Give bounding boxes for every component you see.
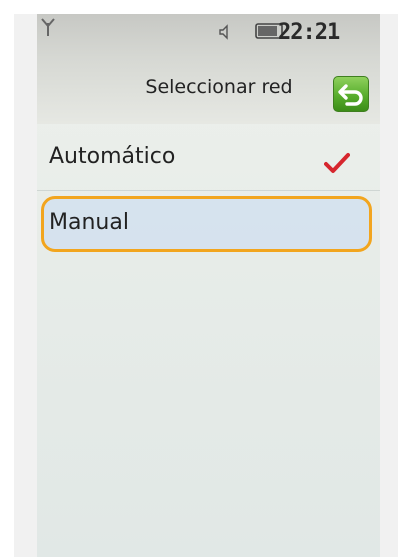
page-title: Seleccionar red (145, 76, 293, 98)
speaker-icon (217, 24, 233, 40)
list-item-automatic[interactable]: Automático (37, 132, 380, 191)
option-label-automatic: Automático (49, 144, 176, 169)
back-button[interactable] (333, 76, 369, 112)
check-icon (324, 152, 350, 174)
header: 22:21 Seleccionar red (37, 14, 380, 124)
phone-screen: 22:21 Seleccionar red Automático Manual (37, 14, 380, 557)
option-label-manual: Manual (49, 210, 129, 235)
clock: 22:21 (278, 20, 340, 45)
status-bar: 22:21 (37, 14, 380, 45)
divider (37, 190, 380, 191)
antenna-signal-icon (41, 17, 55, 37)
list-item-manual[interactable]: Manual (37, 196, 380, 256)
